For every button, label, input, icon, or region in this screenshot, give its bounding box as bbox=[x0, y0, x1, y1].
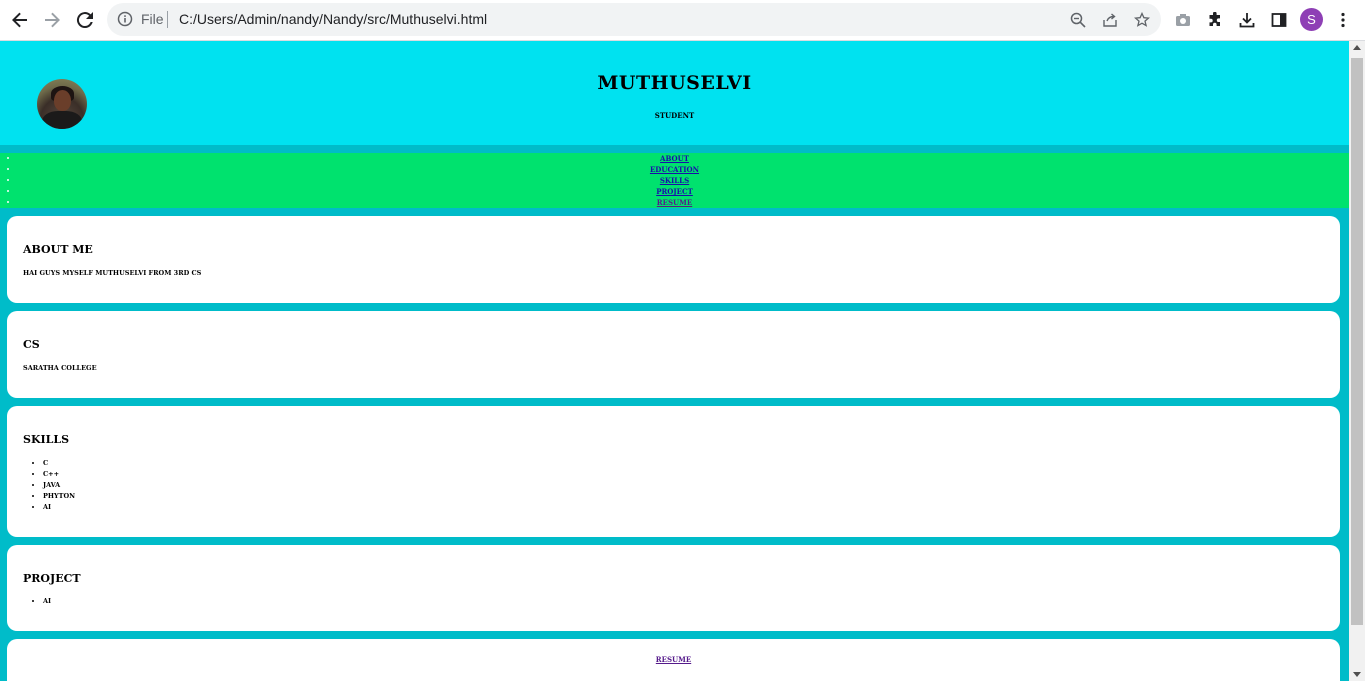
reload-icon[interactable] bbox=[71, 6, 99, 34]
browser-toolbar: File C:/Users/Admin/nandy/Nandy/src/Muth… bbox=[0, 0, 1365, 41]
page-subtitle: STUDENT bbox=[654, 111, 695, 120]
scroll-down-arrow-icon[interactable] bbox=[1353, 672, 1361, 677]
list-item: PHYTON bbox=[43, 491, 75, 502]
side-panel-icon[interactable] bbox=[1267, 8, 1291, 32]
list-item: C++ bbox=[43, 469, 75, 480]
nav-link-skills[interactable]: SKILLS bbox=[660, 176, 689, 185]
camera-icon[interactable] bbox=[1171, 8, 1195, 32]
bullet-icon bbox=[7, 179, 9, 181]
download-icon[interactable] bbox=[1235, 8, 1259, 32]
nav-item-education: EDUCATION bbox=[0, 164, 1349, 175]
nav-link-resume[interactable]: RESUME bbox=[657, 198, 692, 207]
project-section: PROJECT AI bbox=[7, 545, 1340, 631]
star-icon[interactable] bbox=[1131, 9, 1153, 31]
nav-item-project: PROJECT bbox=[0, 186, 1349, 197]
url-text[interactable]: C:/Users/Admin/nandy/Nandy/src/Muthuselv… bbox=[179, 11, 487, 27]
about-section: ABOUT ME HAI GUYS MYSELF MUTHUSELVI FROM… bbox=[7, 216, 1340, 303]
nav-item-about: ABOUT bbox=[0, 153, 1349, 164]
forward-arrow-icon[interactable] bbox=[38, 6, 66, 34]
education-section: CS SARATHA COLLEGE bbox=[7, 311, 1340, 398]
vertical-scrollbar[interactable] bbox=[1349, 41, 1365, 681]
url-scheme-label: File bbox=[141, 11, 164, 27]
page-title: MUTHUSELVI bbox=[597, 72, 752, 94]
bullet-icon bbox=[7, 201, 9, 203]
nav-link-project[interactable]: PROJECT bbox=[656, 187, 693, 196]
resume-section: RESUME bbox=[7, 639, 1340, 681]
about-text: HAI GUYS MYSELF MUTHUSELVI FROM 3RD CS bbox=[23, 269, 202, 277]
about-title: ABOUT ME bbox=[23, 243, 93, 256]
zoom-icon[interactable] bbox=[1067, 9, 1089, 31]
education-text: SARATHA COLLEGE bbox=[23, 364, 97, 372]
list-item: AI bbox=[43, 596, 51, 607]
list-item: JAVA bbox=[43, 480, 75, 491]
bullet-icon bbox=[7, 190, 9, 192]
page-viewport: MUTHUSELVI STUDENT ABOUT EDUCATION SKILL… bbox=[0, 41, 1349, 681]
nav-item-resume: RESUME bbox=[0, 197, 1349, 208]
list-item: AI bbox=[43, 502, 75, 513]
scroll-up-arrow-icon[interactable] bbox=[1353, 45, 1361, 50]
extensions-icon[interactable] bbox=[1203, 8, 1227, 32]
skills-title: SKILLS bbox=[23, 433, 70, 446]
skills-list: C C++ JAVA PHYTON AI bbox=[43, 458, 75, 513]
project-list: AI bbox=[43, 596, 51, 607]
nav-link-about[interactable]: ABOUT bbox=[660, 154, 689, 163]
project-title: PROJECT bbox=[23, 572, 81, 585]
nav-link-education[interactable]: EDUCATION bbox=[650, 165, 699, 174]
nav-bar: ABOUT EDUCATION SKILLS PROJECT RESUME bbox=[0, 153, 1349, 208]
scroll-thumb[interactable] bbox=[1351, 58, 1363, 625]
page-header: MUTHUSELVI STUDENT bbox=[0, 41, 1349, 145]
skills-section: SKILLS C C++ JAVA PHYTON AI bbox=[7, 406, 1340, 537]
resume-link-wrapper: RESUME bbox=[7, 655, 1340, 664]
address-bar[interactable]: File C:/Users/Admin/nandy/Nandy/src/Muth… bbox=[107, 3, 1161, 36]
resume-link[interactable]: RESUME bbox=[656, 655, 691, 664]
share-icon[interactable] bbox=[1099, 9, 1121, 31]
bullet-icon bbox=[7, 157, 9, 159]
profile-avatar[interactable]: S bbox=[1300, 8, 1323, 31]
back-arrow-icon[interactable] bbox=[6, 6, 34, 34]
kebab-menu-icon[interactable] bbox=[1331, 8, 1355, 32]
url-separator bbox=[167, 11, 168, 28]
list-item: C bbox=[43, 458, 75, 469]
info-icon[interactable] bbox=[117, 11, 133, 27]
education-title: CS bbox=[23, 338, 40, 351]
bullet-icon bbox=[7, 168, 9, 170]
nav-item-skills: SKILLS bbox=[0, 175, 1349, 186]
